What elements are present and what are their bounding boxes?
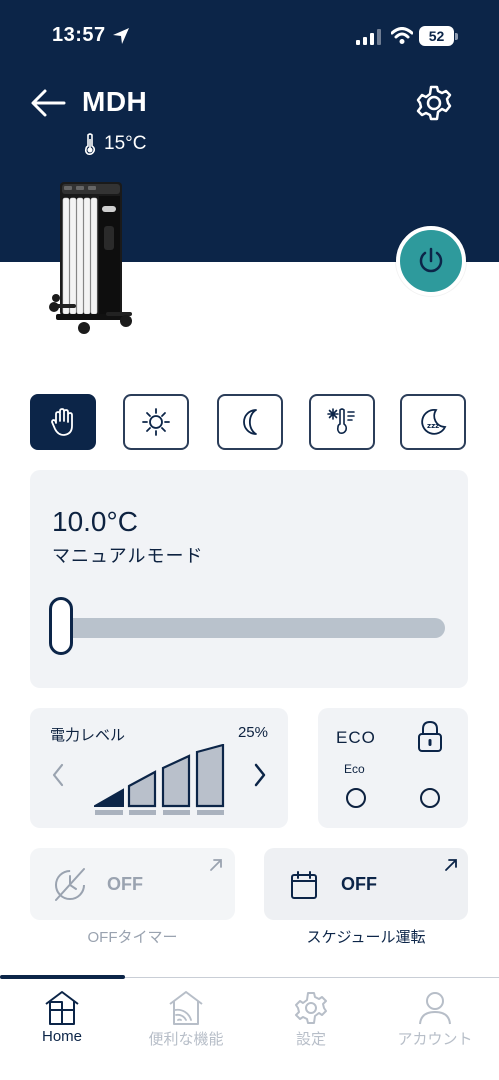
- mode-night-button[interactable]: [217, 394, 283, 450]
- thermometer-icon: [84, 133, 96, 155]
- svg-text:zzz: zzz: [427, 422, 439, 430]
- timer-off-icon: [55, 868, 85, 901]
- wifi-icon: [391, 27, 413, 44]
- off-timer-card[interactable]: OFF: [30, 848, 235, 920]
- back-arrow-button[interactable]: [30, 88, 66, 118]
- mode-label: マニュアルモード: [52, 546, 204, 566]
- eco-label: Eco: [344, 762, 365, 776]
- tab-active-indicator: [0, 975, 125, 979]
- smart-home-icon: [169, 991, 203, 1025]
- mode-comfort-button[interactable]: [123, 394, 189, 450]
- temperature-slider-track[interactable]: [52, 618, 445, 638]
- expand-arrow-icon: [445, 859, 457, 871]
- battery-tip: [455, 33, 458, 40]
- tab-home[interactable]: Home: [0, 990, 124, 1050]
- power-button[interactable]: [396, 226, 466, 296]
- mode-selector: zzz: [30, 394, 468, 450]
- lock-radio[interactable]: [420, 788, 440, 808]
- tab-account[interactable]: アカウント: [373, 990, 497, 1050]
- power-bar-4: [195, 744, 225, 808]
- schedule-value: OFF: [341, 874, 377, 894]
- status-time: 13:57: [52, 24, 106, 46]
- tab-home-label: Home: [41, 1028, 82, 1045]
- eco-title: ECO: [336, 728, 376, 747]
- power-increase-chevron-icon[interactable]: [250, 760, 270, 790]
- expand-arrow-icon: [210, 859, 222, 871]
- tab-account-label: アカウント: [397, 1031, 473, 1048]
- tab-smart-features-label: 便利な機能: [148, 1031, 224, 1048]
- mode-antifreeze-button[interactable]: [309, 394, 375, 450]
- person-icon: [419, 992, 451, 1025]
- power-icon: [419, 247, 443, 273]
- schedule-card[interactable]: OFF: [264, 848, 468, 920]
- mode-sleep-button[interactable]: zzz: [400, 394, 466, 450]
- eco-radio[interactable]: [346, 788, 366, 808]
- battery-indicator: 52: [419, 26, 454, 46]
- power-level-card: 電力レベル 25%: [30, 708, 288, 828]
- tab-settings[interactable]: 設定: [249, 990, 373, 1050]
- heater-image: [49, 182, 132, 334]
- sleep-zzz-icon: zzz: [421, 408, 447, 435]
- power-bar-3: [161, 754, 191, 808]
- power-bar-1: [94, 788, 124, 807]
- calendar-icon: [291, 871, 317, 899]
- eco-card: ECO Eco: [318, 708, 468, 828]
- power-level-percent: 25%: [237, 724, 268, 741]
- location-arrow-icon: [113, 28, 129, 44]
- schedule-caption: スケジュール運転: [306, 929, 426, 946]
- gear-icon[interactable]: [415, 84, 453, 122]
- home-icon: [45, 991, 79, 1025]
- off-timer-value: OFF: [107, 874, 143, 894]
- cellular-signal-icon: [356, 29, 381, 45]
- power-level-title: 電力レベル: [50, 727, 126, 744]
- mode-manual-button[interactable]: [30, 394, 96, 450]
- target-temperature: 10.0°C: [52, 506, 138, 537]
- moon-icon: [243, 409, 257, 435]
- snowflake-thermometer-icon: [327, 408, 355, 434]
- gear-icon: [295, 992, 327, 1024]
- hand-icon: [51, 408, 73, 436]
- power-bar-2: [127, 770, 157, 808]
- power-decrease-chevron-icon[interactable]: [48, 760, 68, 790]
- sun-icon: [142, 408, 170, 436]
- room-temperature-value: 15°C: [104, 133, 147, 154]
- temperature-slider-thumb[interactable]: [49, 597, 73, 655]
- off-timer-caption: OFFタイマー: [87, 929, 178, 946]
- lock-icon[interactable]: [416, 720, 444, 754]
- room-temperature: 15°C: [84, 133, 146, 155]
- tab-settings-label: 設定: [295, 1031, 326, 1048]
- tab-smart-features[interactable]: 便利な機能: [124, 990, 248, 1050]
- temperature-card: 10.0°C マニュアルモード: [30, 470, 468, 688]
- status-bar: 13:57 52: [0, 24, 499, 52]
- device-name: MDH: [82, 86, 148, 117]
- power-level-bars: [94, 744, 225, 815]
